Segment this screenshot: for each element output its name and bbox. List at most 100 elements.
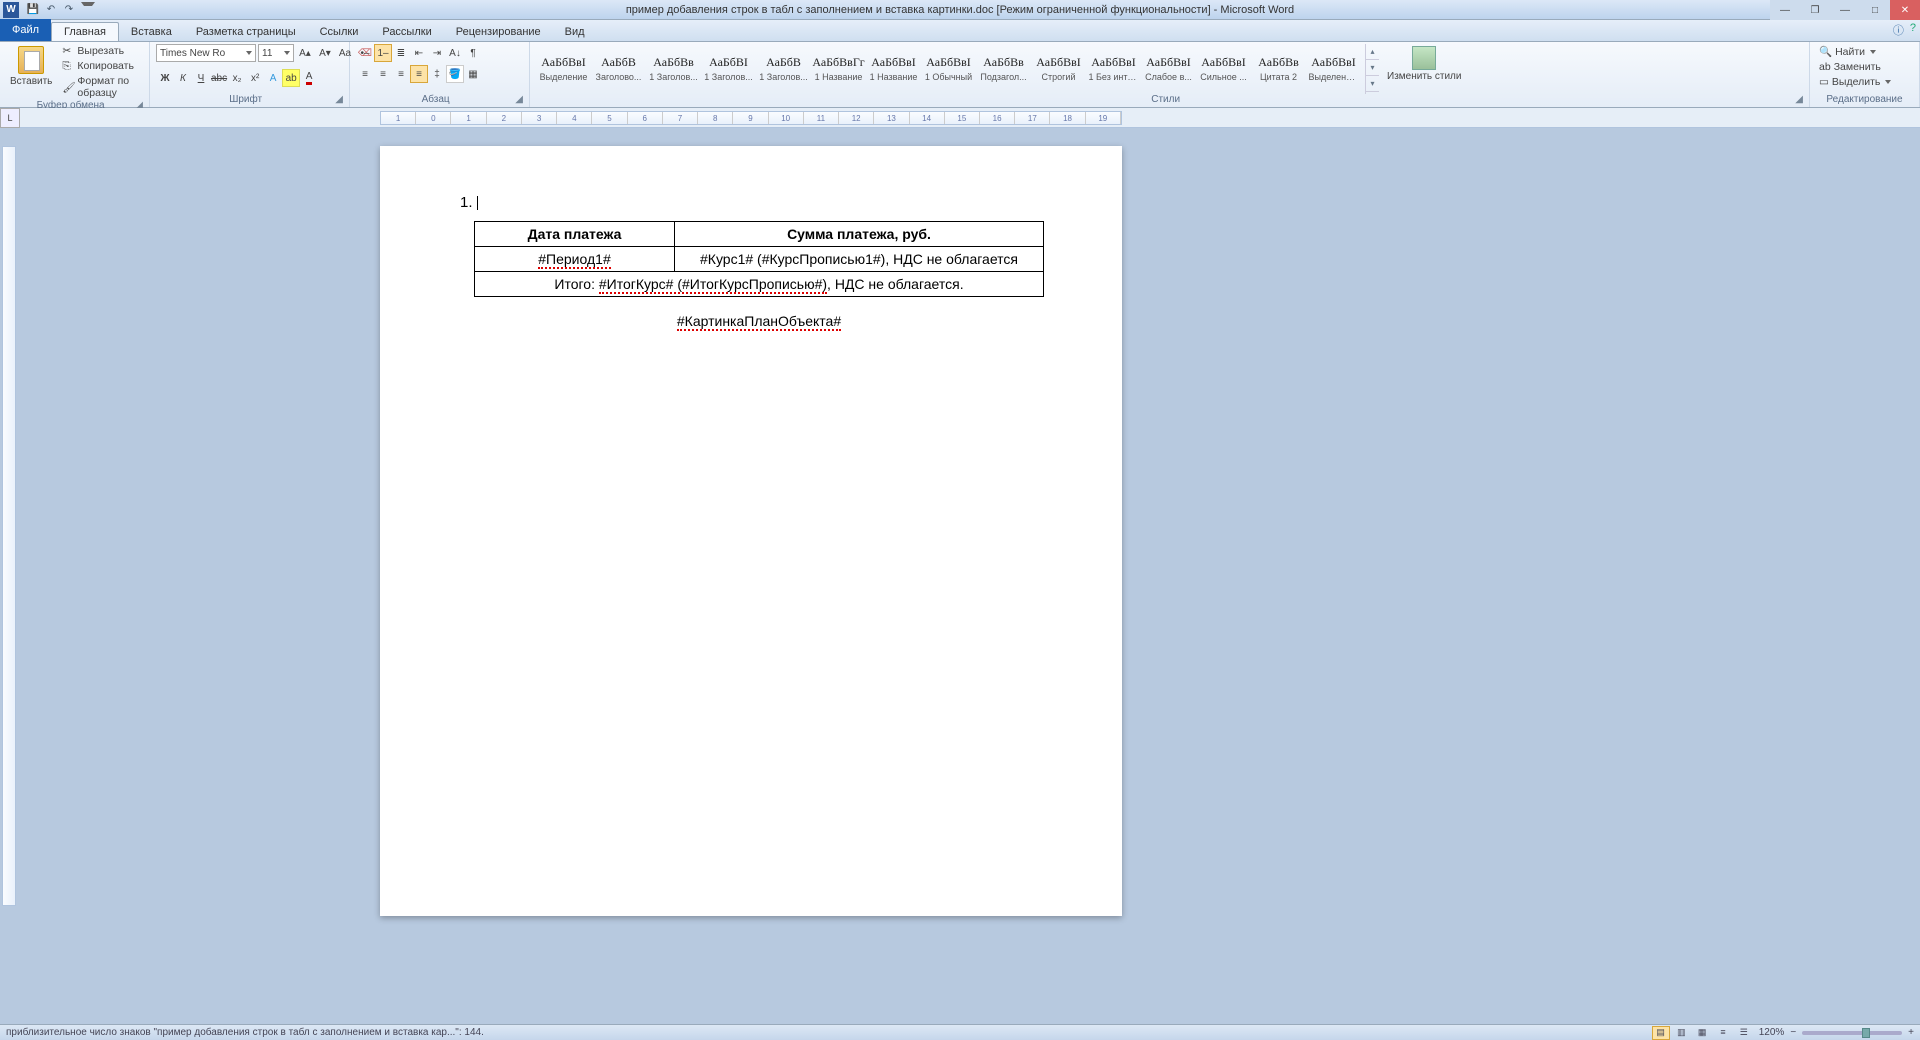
style-item[interactable]: АаБбВвПодзагол... [976, 44, 1031, 92]
shading-button[interactable]: 🪣 [446, 65, 464, 83]
qat-more-icon[interactable] [79, 2, 95, 18]
style-item[interactable]: АаБбВвIВыделение [536, 44, 591, 92]
table-header-row[interactable]: Дата платежа Сумма платежа, руб. [475, 222, 1044, 247]
styles-expand-icon[interactable]: ▾ [1366, 76, 1379, 92]
underline-button[interactable]: Ч [192, 69, 210, 87]
print-layout-view-button[interactable]: ▤ [1652, 1026, 1670, 1040]
help-icon[interactable]: ? [1910, 22, 1916, 38]
multilevel-button[interactable]: ≣ [392, 44, 410, 62]
grow-font-button[interactable]: A▴ [296, 44, 314, 62]
zoom-thumb[interactable] [1862, 1028, 1870, 1038]
bold-button[interactable]: Ж [156, 69, 174, 87]
increase-indent-button[interactable]: ⇥ [428, 44, 446, 62]
text-effects-button[interactable]: A [264, 69, 282, 87]
numbering-button[interactable]: 1– [374, 44, 392, 62]
style-item[interactable]: АаБбВв1 Заголов... [646, 44, 701, 92]
zoom-level[interactable]: 120% [1759, 1027, 1785, 1038]
outline-view-button[interactable]: ≡ [1714, 1025, 1732, 1039]
tab-mailings[interactable]: Рассылки [370, 23, 443, 41]
table-header-cell[interactable]: Сумма платежа, руб. [675, 222, 1044, 247]
undo-icon[interactable]: ↶ [43, 2, 59, 18]
styles-scroll-up-icon[interactable]: ▴ [1366, 44, 1379, 60]
tab-layout[interactable]: Разметка страницы [184, 23, 308, 41]
tab-insert[interactable]: Вставка [119, 23, 184, 41]
highlight-button[interactable]: ab [282, 69, 300, 87]
font-color-button[interactable]: A [300, 69, 318, 87]
style-item[interactable]: АаБбВвIСлабое в... [1141, 44, 1196, 92]
document-page[interactable]: Дата платежа Сумма платежа, руб. #Период… [380, 146, 1122, 916]
table-row[interactable]: Итого: #ИтогКурс# (#ИтогКурсПрописью#), … [475, 272, 1044, 297]
font-size-select[interactable]: 11 [258, 44, 294, 62]
style-item[interactable]: АаБбВвГг1 Название [811, 44, 866, 92]
show-marks-button[interactable]: ¶ [464, 44, 482, 62]
dialog-launcher-icon[interactable]: ◢ [335, 94, 343, 105]
style-item[interactable]: АаБбВвIВыделенн... [1306, 44, 1361, 92]
format-painter-button[interactable]: 🖌Формат по образцу [60, 74, 143, 100]
decrease-indent-button[interactable]: ⇤ [410, 44, 428, 62]
style-item[interactable]: АаБбВвI1 Обычный [921, 44, 976, 92]
font-family-select[interactable]: Times New Ro [156, 44, 256, 62]
outer-maximize-button[interactable]: □ [1860, 0, 1890, 20]
style-item[interactable]: АаБбВ1 Заголов... [756, 44, 811, 92]
horizontal-ruler[interactable]: 1012345678910111213141516171819 [380, 111, 1122, 125]
align-left-button[interactable]: ≡ [356, 65, 374, 83]
copy-button[interactable]: ⎘Копировать [60, 59, 143, 73]
dialog-launcher-icon[interactable]: ◢ [1795, 94, 1803, 105]
tab-file[interactable]: Файл [0, 19, 51, 41]
minimize-button[interactable]: — [1770, 0, 1800, 20]
dialog-launcher-icon[interactable]: ◢ [515, 94, 523, 105]
vertical-ruler[interactable] [2, 146, 16, 906]
caption-text[interactable]: #КартинкаПланОбъекта# [474, 313, 1044, 329]
ribbon-help-icon[interactable]: ⓘ [1893, 22, 1904, 38]
tab-review[interactable]: Рецензирование [444, 23, 553, 41]
fullscreen-view-button[interactable]: ▥ [1672, 1026, 1690, 1040]
borders-button[interactable]: ▦ [464, 65, 482, 83]
tab-view[interactable]: Вид [553, 23, 597, 41]
tab-references[interactable]: Ссылки [308, 23, 371, 41]
zoom-slider[interactable] [1802, 1031, 1902, 1035]
strike-button[interactable]: abc [210, 69, 228, 87]
style-item[interactable]: АаБбВI1 Заголов... [701, 44, 756, 92]
document-workspace[interactable]: Дата платежа Сумма платежа, руб. #Период… [0, 128, 1920, 1024]
sort-button[interactable]: A↓ [446, 44, 464, 62]
table-header-cell[interactable]: Дата платежа [475, 222, 675, 247]
tab-selector-button[interactable]: L [0, 108, 20, 128]
table-cell[interactable]: #Период1# [475, 247, 675, 272]
table-cell[interactable]: #Курс1# (#КурсПрописью1#), НДС не облага… [675, 247, 1044, 272]
list-item[interactable] [460, 194, 1042, 211]
change-styles-button[interactable]: Изменить стили [1383, 44, 1465, 94]
close-button[interactable]: ✕ [1890, 0, 1920, 20]
style-item[interactable]: АаБбВвI1 Название [866, 44, 921, 92]
style-item[interactable]: АаБбВвIСтрогий [1031, 44, 1086, 92]
style-item[interactable]: АаБбВвIСильное ... [1196, 44, 1251, 92]
outer-minimize-button[interactable]: — [1830, 0, 1860, 20]
justify-button[interactable]: ≡ [410, 65, 428, 83]
select-button[interactable]: ▭Выделить [1816, 75, 1894, 89]
shrink-font-button[interactable]: A▾ [316, 44, 334, 62]
restore-button[interactable]: ❐ [1800, 0, 1830, 20]
style-item[interactable]: АаБбВвЦитата 2 [1251, 44, 1306, 92]
style-item[interactable]: АаБбВЗаголово... [591, 44, 646, 92]
zoom-in-button[interactable]: + [1908, 1027, 1914, 1038]
zoom-out-button[interactable]: − [1790, 1027, 1796, 1038]
table-cell[interactable]: Итого: #ИтогКурс# (#ИтогКурсПрописью#), … [475, 272, 1044, 297]
paste-button[interactable]: Вставить [6, 44, 56, 89]
style-item[interactable]: АаБбВвI1 Без инте... [1086, 44, 1141, 92]
styles-scroll-down-icon[interactable]: ▾ [1366, 60, 1379, 76]
find-button[interactable]: 🔍Найти [1816, 44, 1894, 59]
bullets-button[interactable]: •– [356, 44, 374, 62]
superscript-button[interactable]: x² [246, 69, 264, 87]
replace-button[interactable]: abЗаменить [1816, 60, 1894, 74]
cut-button[interactable]: ✂Вырезать [60, 44, 143, 58]
web-view-button[interactable]: ▦ [1693, 1026, 1711, 1040]
draft-view-button[interactable]: ☰ [1735, 1026, 1753, 1040]
styles-gallery[interactable]: АаБбВвIВыделениеАаБбВЗаголово...АаБбВв1 … [536, 44, 1361, 94]
document-table[interactable]: Дата платежа Сумма платежа, руб. #Период… [474, 221, 1044, 297]
align-right-button[interactable]: ≡ [392, 65, 410, 83]
tab-home[interactable]: Главная [51, 22, 119, 41]
italic-button[interactable]: К [174, 69, 192, 87]
line-spacing-button[interactable]: ‡ [428, 65, 446, 83]
subscript-button[interactable]: x₂ [228, 69, 246, 87]
table-row[interactable]: #Период1# #Курс1# (#КурсПрописью1#), НДС… [475, 247, 1044, 272]
redo-icon[interactable]: ↷ [61, 2, 77, 18]
